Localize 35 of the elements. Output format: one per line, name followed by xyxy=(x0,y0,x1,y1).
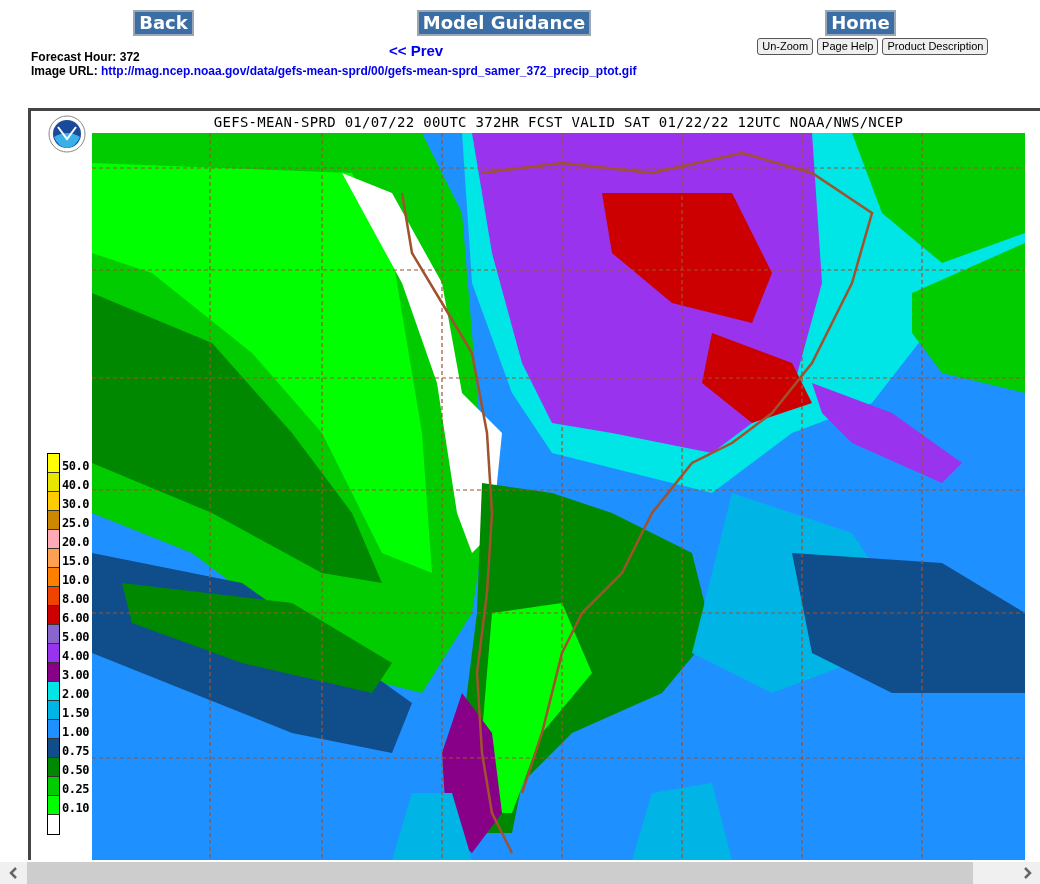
scroll-left-icon[interactable] xyxy=(8,867,18,879)
forecast-hour-label: Forecast Hour: xyxy=(31,50,117,64)
image-url-label: Image URL: xyxy=(31,64,98,78)
tool-button[interactable]: Page Help xyxy=(817,37,879,55)
map-title: GEFS-MEAN-SPRD 01/07/22 00UTC 372HR FCST VALID SAT 01/22/22 12UTC NOAA/NWS/NCEP xyxy=(212,113,905,132)
nav-button[interactable]: Home xyxy=(825,10,896,36)
legend-label: 2.00 xyxy=(62,686,89,703)
tool-button[interactable]: Un-Zoom xyxy=(757,37,814,55)
legend-label: 20.0 xyxy=(62,534,89,551)
tool-button[interactable]: Product Description xyxy=(882,37,989,55)
prev-link[interactable]: << Prev xyxy=(389,41,444,59)
legend-label: 6.00 xyxy=(62,610,89,627)
image-url-link[interactable]: http://mag.ncep.noaa.gov/data/gefs-mean-sprd/00/gefs-mean-sprd_samer_372_precip_ptot.gif xyxy=(101,64,637,78)
legend-label: 8.00 xyxy=(62,591,89,608)
legend-label: 40.0 xyxy=(62,477,89,494)
legend-label: 30.0 xyxy=(62,496,89,513)
legend-label: 15.0 xyxy=(62,553,89,570)
nav-button[interactable]: Back xyxy=(133,10,194,36)
legend-label: 0.50 xyxy=(62,762,89,779)
legend-label: 5.00 xyxy=(62,629,89,646)
legend-label: 1.00 xyxy=(62,724,89,741)
legend-label: 0.75 xyxy=(62,743,89,760)
legend-label: 1.50 xyxy=(62,705,89,722)
forecast-hour-value: 372 xyxy=(119,50,140,64)
legend-label: 10.0 xyxy=(62,572,89,589)
agency-logo-icon xyxy=(48,115,86,153)
scroll-right-icon[interactable] xyxy=(1023,867,1033,879)
legend-label: 50.0 xyxy=(62,458,89,475)
legend-label: 0.25 xyxy=(62,781,89,798)
legend-label: 3.00 xyxy=(62,667,89,684)
nav-button[interactable]: Model Guidance xyxy=(416,10,592,36)
legend-label: 4.00 xyxy=(62,648,89,665)
scrollbar-thumb[interactable] xyxy=(27,862,973,884)
legend-label: 25.0 xyxy=(62,515,89,532)
legend-label: 0.10 xyxy=(62,800,89,817)
